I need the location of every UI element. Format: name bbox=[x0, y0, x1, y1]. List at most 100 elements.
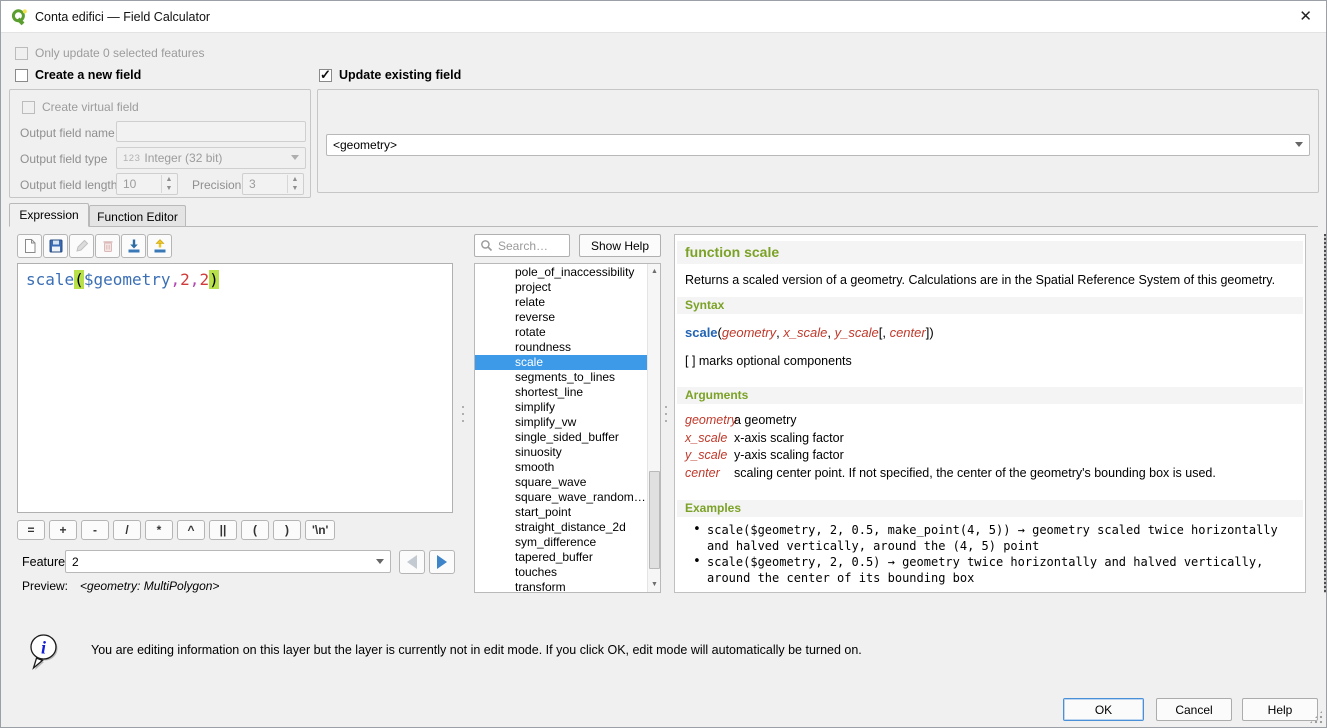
import-expression-button[interactable] bbox=[121, 234, 146, 258]
trash-icon bbox=[100, 238, 116, 254]
splitter-handle[interactable] bbox=[461, 401, 465, 429]
import-arrow-down-icon bbox=[126, 238, 142, 254]
create-new-field-label: Create a new field bbox=[35, 68, 141, 82]
function-list-item[interactable]: project bbox=[475, 280, 660, 295]
splitter-edge[interactable] bbox=[1324, 234, 1326, 593]
expression-token: $geometry bbox=[84, 270, 171, 289]
tab-function-editor[interactable]: Function Editor bbox=[89, 205, 186, 226]
argument-row: x_scalex-axis scaling factor bbox=[685, 430, 1295, 448]
export-expression-button[interactable] bbox=[147, 234, 172, 258]
operator-button[interactable]: ( bbox=[241, 520, 269, 540]
output-field-type-dropdown[interactable]: 123 Integer (32 bit) bbox=[116, 147, 306, 169]
function-list-item[interactable]: sinuosity bbox=[475, 445, 660, 460]
output-field-length-spinner[interactable]: 10 ▲▼ bbox=[116, 173, 178, 195]
optional-note: [ ] marks optional components bbox=[685, 354, 852, 368]
scrollbar-thumb[interactable] bbox=[649, 471, 660, 569]
function-list-item[interactable]: straight_distance_2d bbox=[475, 520, 660, 535]
function-list-item[interactable]: sym_difference bbox=[475, 535, 660, 550]
new-expression-button[interactable] bbox=[17, 234, 42, 258]
function-list-item[interactable]: start_point bbox=[475, 505, 660, 520]
scroll-up-icon[interactable]: ▲ bbox=[648, 264, 661, 279]
function-list-item[interactable]: relate bbox=[475, 295, 660, 310]
argument-row: centerscaling center point. If not speci… bbox=[685, 465, 1295, 483]
qgis-logo-icon bbox=[10, 8, 28, 26]
function-list-scrollbar[interactable]: ▲ ▼ bbox=[647, 264, 660, 592]
function-list-item[interactable]: rotate bbox=[475, 325, 660, 340]
scroll-down-icon[interactable]: ▼ bbox=[648, 577, 661, 592]
previous-feature-button[interactable] bbox=[399, 550, 425, 574]
ok-button[interactable]: OK bbox=[1063, 698, 1144, 721]
spinner-arrows[interactable]: ▲▼ bbox=[161, 175, 176, 193]
precision-label: Precision bbox=[192, 178, 241, 192]
spin-up-icon[interactable]: ▲ bbox=[288, 175, 302, 184]
function-list-item[interactable]: simplify_vw bbox=[475, 415, 660, 430]
close-icon[interactable]: ✕ bbox=[1299, 1, 1312, 33]
feature-value: 2 bbox=[72, 555, 79, 569]
save-icon bbox=[48, 238, 64, 254]
operator-button[interactable]: + bbox=[49, 520, 77, 540]
existing-field-group: <geometry> bbox=[317, 89, 1319, 193]
function-list-item[interactable]: roundness bbox=[475, 340, 660, 355]
tab-expression[interactable]: Expression bbox=[9, 203, 89, 227]
argument-name: x_scale bbox=[685, 430, 734, 448]
expression-editor[interactable]: scale($geometry,2,2) bbox=[17, 263, 453, 513]
feature-combobox[interactable]: 2 bbox=[65, 550, 391, 573]
function-list-item[interactable]: pole_of_inaccessibility bbox=[475, 265, 660, 280]
function-list-item[interactable]: tapered_buffer bbox=[475, 550, 660, 565]
syntax-heading: Syntax bbox=[677, 297, 1303, 314]
function-list-item[interactable]: square_wave bbox=[475, 475, 660, 490]
field-calculator-dialog: Conta edifici — Field Calculator ✕ Only … bbox=[0, 0, 1327, 728]
show-help-button[interactable]: Show Help bbox=[579, 234, 661, 257]
next-feature-button[interactable] bbox=[429, 550, 455, 574]
delete-expression-button[interactable] bbox=[95, 234, 120, 258]
function-list-item[interactable]: smooth bbox=[475, 460, 660, 475]
checkbox-box bbox=[15, 47, 28, 60]
operator-button[interactable]: = bbox=[17, 520, 45, 540]
save-expression-button[interactable] bbox=[43, 234, 68, 258]
argument-description: x-axis scaling factor bbox=[734, 430, 844, 448]
precision-spinner[interactable]: 3 ▲▼ bbox=[242, 173, 304, 195]
operator-button[interactable]: ) bbox=[273, 520, 301, 540]
function-list-item[interactable]: segments_to_lines bbox=[475, 370, 660, 385]
help-button[interactable]: Help bbox=[1242, 698, 1318, 721]
operator-button[interactable]: ^ bbox=[177, 520, 205, 540]
create-virtual-field-checkbox[interactable]: Create virtual field bbox=[22, 99, 139, 115]
syntax-token: x_scale bbox=[783, 325, 827, 340]
spin-up-icon[interactable]: ▲ bbox=[162, 175, 176, 184]
only-update-selected-checkbox[interactable]: Only update 0 selected features bbox=[15, 45, 204, 61]
argument-row: y_scaley-axis scaling factor bbox=[685, 447, 1295, 465]
function-list-item[interactable]: touches bbox=[475, 565, 660, 580]
expression-text: scale($geometry,2,2) bbox=[26, 270, 219, 289]
function-search-input[interactable]: Search… bbox=[474, 234, 570, 257]
update-existing-field-label: Update existing field bbox=[339, 68, 461, 82]
update-existing-field-checkbox[interactable]: Update existing field bbox=[319, 67, 461, 83]
operator-button[interactable]: || bbox=[209, 520, 237, 540]
function-list-item[interactable]: shortest_line bbox=[475, 385, 660, 400]
function-list-item[interactable]: scale bbox=[475, 355, 660, 370]
cancel-button[interactable]: Cancel bbox=[1156, 698, 1232, 721]
operator-button[interactable]: / bbox=[113, 520, 141, 540]
operator-button[interactable]: '\n' bbox=[305, 520, 335, 540]
create-new-field-checkbox[interactable]: Create a new field bbox=[15, 67, 141, 83]
function-list-item[interactable]: transform bbox=[475, 580, 660, 593]
syntax-token: [, bbox=[879, 325, 890, 340]
function-list-item[interactable]: single_sided_buffer bbox=[475, 430, 660, 445]
operator-button[interactable]: * bbox=[145, 520, 173, 540]
output-field-name-input[interactable] bbox=[116, 121, 306, 142]
syntax-token: y_scale bbox=[835, 325, 879, 340]
operator-row: =+-/*^||()'\n' bbox=[17, 520, 335, 540]
arguments-table: geometrya geometryx_scalex-axis scaling … bbox=[685, 412, 1295, 482]
chevron-down-icon bbox=[1295, 142, 1303, 147]
operator-button[interactable]: - bbox=[81, 520, 109, 540]
tab-pane-border bbox=[9, 226, 1318, 227]
spinner-arrows[interactable]: ▲▼ bbox=[287, 175, 302, 193]
output-field-type-label: Output field type bbox=[20, 152, 107, 166]
existing-field-dropdown[interactable]: <geometry> bbox=[326, 134, 1310, 156]
edit-expression-button[interactable] bbox=[69, 234, 94, 258]
spin-down-icon[interactable]: ▼ bbox=[288, 184, 302, 193]
function-list-item[interactable]: reverse bbox=[475, 310, 660, 325]
function-list-item[interactable]: simplify bbox=[475, 400, 660, 415]
spin-down-icon[interactable]: ▼ bbox=[162, 184, 176, 193]
function-list-item[interactable]: square_wave_random… bbox=[475, 490, 660, 505]
splitter-handle[interactable] bbox=[664, 401, 668, 429]
